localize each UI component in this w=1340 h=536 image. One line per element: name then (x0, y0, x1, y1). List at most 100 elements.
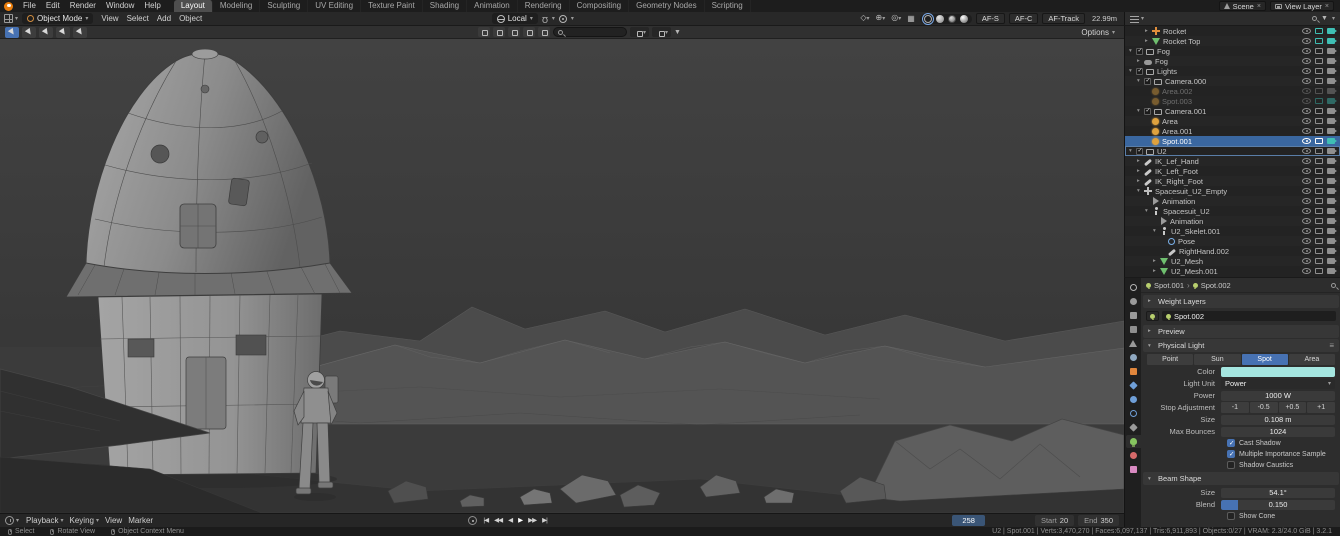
stop-adjust-button[interactable]: -1 (1221, 402, 1249, 413)
stop-adjust-button[interactable]: -0.5 (1250, 402, 1278, 413)
select-mode-new-icon[interactable] (478, 27, 490, 37)
hide-in-viewport-icon[interactable] (1302, 268, 1311, 274)
collection-checkbox[interactable] (1144, 108, 1151, 115)
multiple-importance-sample-checkbox[interactable] (1227, 450, 1235, 458)
disable-in-renders-icon[interactable] (1327, 68, 1335, 74)
shading-solid-icon[interactable] (936, 15, 944, 23)
auto-keying-record-icon[interactable] (468, 516, 477, 525)
options-button[interactable]: Options ▾ (1081, 28, 1119, 37)
hide-in-viewport-icon[interactable] (1302, 188, 1311, 194)
shading-wireframe-icon[interactable] (924, 15, 932, 23)
search-input[interactable] (553, 27, 627, 37)
view-layer-tab[interactable] (1126, 323, 1141, 336)
disable-in-renders-icon[interactable] (1327, 178, 1335, 184)
expand-icon[interactable]: ▸ (1137, 168, 1144, 174)
disable-in-renders-icon[interactable] (1327, 138, 1335, 144)
texture-tab[interactable] (1126, 463, 1141, 476)
menu-edit[interactable]: Edit (41, 0, 65, 12)
collapse-icon[interactable]: ▾ (1137, 108, 1144, 114)
view-layer-selector[interactable]: View Layer × (1270, 1, 1334, 11)
viewport-menu-select[interactable]: Select (123, 12, 153, 26)
outliner-row-u2-skelet-001[interactable]: ▾U2_Skelet.001 (1125, 226, 1340, 236)
disable-in-renders-icon[interactable] (1327, 148, 1335, 154)
workspace-tab-rendering[interactable]: Rendering (518, 0, 570, 12)
light-type-area-button[interactable]: Area (1289, 354, 1335, 365)
disable-in-renders-icon[interactable] (1327, 98, 1335, 104)
disable-in-renders-icon[interactable] (1327, 168, 1335, 174)
outliner-row-camera-001[interactable]: ▾Camera.001 (1125, 106, 1340, 116)
hide-in-viewport-icon[interactable] (1302, 148, 1311, 154)
outliner-row-lights[interactable]: ▾Lights (1125, 66, 1340, 76)
select-mode-intersect-icon[interactable] (538, 27, 550, 37)
menu-window[interactable]: Window (101, 0, 139, 12)
menu-help[interactable]: Help (139, 0, 165, 12)
blender-logo-icon[interactable] (4, 2, 13, 11)
disable-in-renders-icon[interactable] (1327, 158, 1335, 164)
transform-orientation-dropdown[interactable]: Local ▾ (492, 13, 538, 24)
af-track-button[interactable]: AF-Track (1042, 13, 1085, 24)
disable-in-renders-icon[interactable] (1327, 48, 1335, 54)
render-tab[interactable] (1126, 295, 1141, 308)
expand-icon[interactable]: ▸ (1153, 268, 1160, 274)
collapse-icon[interactable]: ▾ (1129, 68, 1136, 74)
expand-icon[interactable]: ▸ (1137, 158, 1144, 164)
cast-shadow-checkbox[interactable] (1227, 439, 1235, 447)
outliner-row-spacesuit-u2-empty[interactable]: ▾Spacesuit_U2_Empty (1125, 186, 1340, 196)
hide-in-viewport-icon[interactable] (1302, 98, 1311, 104)
hide-in-viewport-icon[interactable] (1302, 168, 1311, 174)
disable-in-renders-icon[interactable] (1327, 248, 1335, 254)
unlink-scene-icon[interactable]: × (1257, 3, 1261, 10)
outliner-row-area-001[interactable]: Area.001 (1125, 126, 1340, 136)
play-reverse-button[interactable]: ◀ (506, 515, 514, 527)
outliner-row-fog[interactable]: ▸Fog (1125, 56, 1340, 66)
menu-render[interactable]: Render (65, 0, 101, 12)
properties-search-icon[interactable] (1331, 283, 1336, 288)
timeline-menu-keying[interactable]: Keying▾ (67, 516, 102, 525)
presets-icon[interactable]: ≡ (1329, 341, 1334, 350)
outliner-row-u2-mesh[interactable]: ▸U2_Mesh (1125, 256, 1340, 266)
frame-end-field[interactable]: End 350 (1078, 515, 1119, 526)
menu-file[interactable]: File (18, 0, 41, 12)
timeline-editor-button[interactable]: ▾ (5, 516, 19, 525)
select-circle-tool-button[interactable] (39, 27, 53, 38)
disable-in-viewports-icon[interactable] (1315, 48, 1323, 54)
shading-material-icon[interactable] (948, 15, 956, 23)
timeline-menu-marker[interactable]: Marker (125, 516, 156, 525)
jump-to-end-button[interactable]: ▶| (540, 515, 549, 527)
collection-checkbox[interactable] (1136, 148, 1143, 155)
outliner-row-area[interactable]: Area (1125, 116, 1340, 126)
workspace-tab-layout[interactable]: Layout (174, 0, 213, 12)
workspace-tab-geometry-nodes[interactable]: Geometry Nodes (629, 0, 704, 12)
disable-in-renders-icon[interactable] (1327, 198, 1335, 204)
disable-in-viewports-icon[interactable] (1315, 188, 1323, 194)
disable-in-renders-icon[interactable] (1327, 28, 1335, 34)
current-frame-field[interactable]: 258 (952, 515, 985, 526)
light-name-field[interactable]: Spot.002 (1162, 311, 1336, 321)
outliner-row-rocket-top[interactable]: ▸Rocket Top (1125, 36, 1340, 46)
disable-in-renders-icon[interactable] (1327, 118, 1335, 124)
hide-in-viewport-icon[interactable] (1302, 78, 1311, 84)
collapse-icon[interactable]: ▾ (1145, 208, 1152, 214)
disable-in-viewports-icon[interactable] (1315, 138, 1323, 144)
af-c-button[interactable]: AF-C (1009, 13, 1039, 24)
workspace-tab-shading[interactable]: Shading (423, 0, 467, 12)
next-keyframe-button[interactable]: ▶▶ (526, 515, 538, 527)
outliner-row-animation[interactable]: Animation (1125, 216, 1340, 226)
prev-keyframe-button[interactable]: ◀◀ (492, 515, 504, 527)
physics-tab[interactable] (1126, 407, 1141, 420)
light-type-point-button[interactable]: Point (1147, 354, 1193, 365)
outliner-row-animation[interactable]: Animation (1125, 196, 1340, 206)
select-mode-extend-icon[interactable] (493, 27, 505, 37)
snap-options-chevron-icon[interactable]: ▾ (552, 15, 555, 22)
collapse-icon[interactable]: ▾ (1137, 188, 1144, 194)
hide-in-viewport-icon[interactable] (1302, 198, 1311, 204)
disable-in-renders-icon[interactable] (1327, 78, 1335, 84)
hide-in-viewport-icon[interactable] (1302, 258, 1311, 264)
expand-icon[interactable]: ▸ (1145, 28, 1152, 34)
collection-checkbox[interactable] (1144, 78, 1151, 85)
viewport-menu-view[interactable]: View (97, 12, 122, 26)
workspace-tab-scripting[interactable]: Scripting (705, 0, 751, 12)
stop-adjust-button[interactable]: +0.5 (1279, 402, 1307, 413)
disable-in-viewports-icon[interactable] (1315, 248, 1323, 254)
outliner-search-icon[interactable] (1312, 16, 1317, 21)
